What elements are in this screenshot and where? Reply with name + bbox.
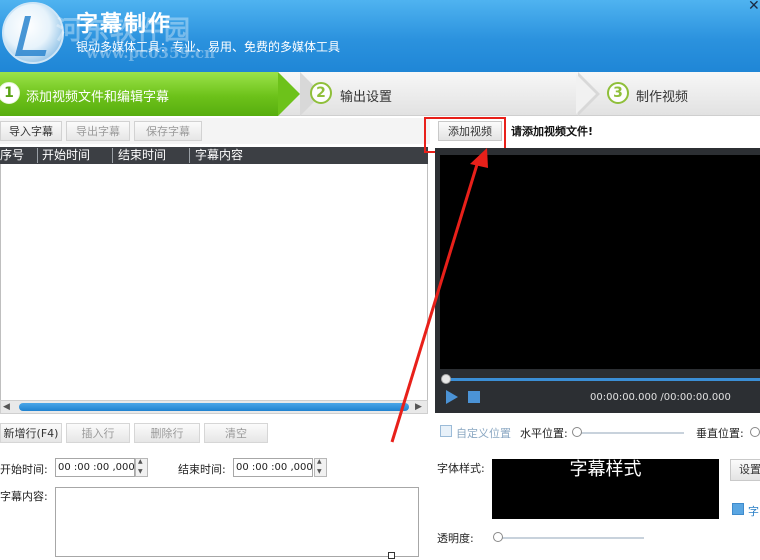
stop-icon[interactable] [468, 391, 480, 403]
scroll-right-icon[interactable]: ▶ [415, 402, 422, 412]
horizontal-position-slider[interactable] [574, 432, 684, 434]
end-time-label: 结束时间: [178, 463, 226, 476]
custom-position-checkbox[interactable] [440, 425, 452, 437]
step-1-arrow [278, 72, 300, 116]
start-time-stepper[interactable] [135, 458, 148, 477]
wizard-steps-bar: 1 添加视频文件和编辑字幕 2 输出设置 3 制作视频 [0, 72, 760, 116]
scrollbar-thumb[interactable] [19, 403, 409, 411]
save-subtitle-button[interactable]: 保存字幕 [134, 121, 202, 141]
delete-row-button[interactable]: 删除行 [134, 423, 200, 443]
import-subtitle-button[interactable]: 导入字幕 [0, 121, 62, 141]
font-style-label: 字体样式: [437, 462, 485, 475]
end-time-stepper[interactable] [314, 458, 327, 477]
column-header-index[interactable]: 序号 [0, 147, 24, 164]
horizontal-position-label: 水平位置: [520, 427, 568, 440]
app-title: 字幕制作 [76, 12, 173, 37]
end-time-input[interactable]: 00 :00 :00 ,000 [233, 458, 313, 477]
step-2-number[interactable]: 2 [310, 82, 332, 104]
step-3-number[interactable]: 3 [607, 82, 629, 104]
horizontal-scrollbar[interactable]: ◀ ▶ [0, 400, 428, 414]
step-1-label: 添加视频文件和编辑字幕 [26, 90, 170, 105]
transparency-slider-knob[interactable] [493, 532, 503, 542]
column-header-start[interactable]: 开始时间 [42, 147, 90, 164]
start-time-input[interactable]: 00 :00 :00 ,000 [55, 458, 135, 477]
column-header-content[interactable]: 字幕内容 [195, 147, 243, 164]
start-time-label: 开始时间: [0, 463, 48, 476]
step-3-label[interactable]: 制作视频 [636, 86, 688, 105]
step-2-label[interactable]: 输出设置 [340, 86, 392, 105]
horizontal-slider-knob[interactable] [572, 427, 582, 437]
subtitle-content-textarea[interactable] [55, 487, 419, 557]
add-row-button[interactable]: 新增行(F4) [0, 423, 62, 443]
vertical-slider-knob[interactable] [750, 427, 760, 437]
font-option-label: 字 [748, 505, 759, 518]
custom-position-label: 自定义位置 [456, 427, 511, 440]
subtitle-grid-body[interactable] [0, 164, 428, 400]
resize-handle-icon[interactable] [388, 552, 395, 559]
play-icon[interactable] [446, 390, 458, 404]
video-screen[interactable] [440, 155, 760, 369]
app-logo-icon [2, 2, 64, 64]
font-style-preview: 字幕样式 [492, 459, 719, 519]
app-subtitle: 银动多媒体工具：专业、易用、免费的多媒体工具 [76, 40, 341, 54]
add-video-prompt: 请添加视频文件! [511, 125, 594, 138]
column-header-end[interactable]: 结束时间 [118, 147, 166, 164]
insert-row-button[interactable]: 插入行 [66, 423, 130, 443]
seek-handle[interactable] [441, 374, 451, 384]
close-icon[interactable]: ✕ [748, 0, 760, 13]
export-subtitle-button[interactable]: 导出字幕 [66, 121, 130, 141]
font-option-checkbox[interactable] [732, 503, 744, 515]
vertical-position-label: 垂直位置: [696, 427, 744, 440]
font-settings-button[interactable]: 设置 [730, 459, 760, 481]
transparency-label: 透明度: [437, 532, 474, 545]
playback-time: 00:00:00.000 /00:00:00.000 [590, 392, 731, 403]
app-header: 字幕制作 银动多媒体工具：专业、易用、免费的多媒体工具 河东软件园 www.pc… [0, 0, 760, 72]
subtitle-toolbar [0, 118, 430, 144]
transparency-slider[interactable] [496, 537, 644, 539]
step-divider-inner [576, 74, 596, 114]
clear-button[interactable]: 清空 [204, 423, 268, 443]
subtitle-content-label: 字幕内容: [0, 490, 48, 503]
seek-bar[interactable] [444, 378, 760, 381]
scroll-left-icon[interactable]: ◀ [3, 402, 10, 412]
subtitle-grid-header: 序号 开始时间 结束时间 字幕内容 [0, 147, 428, 164]
